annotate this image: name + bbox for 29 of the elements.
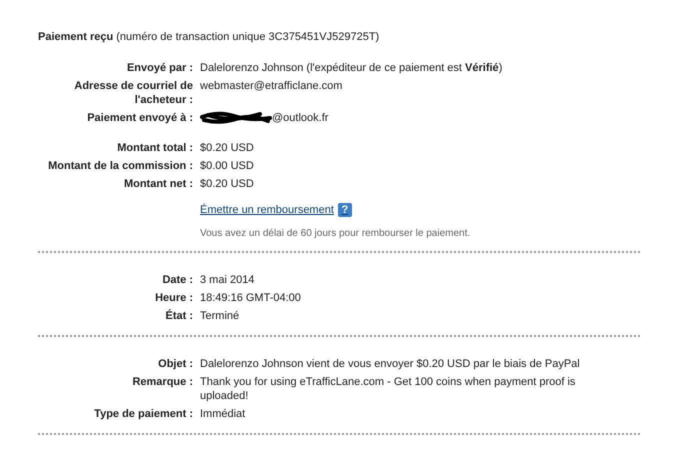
field-label: Montant total : xyxy=(116,141,193,155)
field-label: État : xyxy=(164,309,193,323)
field-value: Thank you for using eTrafficLane.com - Get 100 coins when payment proof is uploaded! xyxy=(200,375,576,403)
field-label: Montant de la commission : xyxy=(47,159,193,173)
field-label: Objet : xyxy=(157,357,193,371)
field-value: Immédiat xyxy=(200,407,246,421)
field-label: Adresse de courriel de l'acheteur : xyxy=(73,79,193,107)
field-value: $0.20 USD xyxy=(200,177,255,191)
field-value: $0.00 USD xyxy=(200,159,255,173)
refund-note: Vous avez un délai de 60 jours pour rembourser le paiement. xyxy=(200,227,472,241)
field-value: webmaster@etrafficlane.com xyxy=(200,79,344,94)
field-value: Dalelorenzo Johnson (l'expéditeur de ce paiement est Vérifié) xyxy=(200,61,504,75)
field-label: Montant net : xyxy=(122,177,193,191)
field-label: Heure : xyxy=(154,291,193,305)
field-value: $0.20 USD xyxy=(200,141,255,155)
payment-heading: Paiement reçu (numéro de transaction unique 3C375451VJ529725T) xyxy=(38,30,380,45)
field-label: Envoyé par : xyxy=(126,61,193,75)
field-label: Paiement envoyé à : xyxy=(86,111,193,125)
redaction-mark xyxy=(200,111,272,125)
field-value: Terminé xyxy=(200,309,240,323)
field-label: Date : xyxy=(161,273,193,287)
field-value: 18:49:16 GMT-04:00 xyxy=(200,291,302,305)
field-label: Type de paiement : xyxy=(93,407,193,421)
field-value: 3 mai 2014 xyxy=(200,273,256,287)
help-button[interactable]: ? xyxy=(338,203,352,217)
field-label: Remarque : xyxy=(131,375,193,390)
refund-link[interactable]: Émettre un remboursement ? xyxy=(200,203,352,217)
field-value: Dalelorenzo Johnson vient de vous envoyer $0.20 USD par le biais de PayPal xyxy=(200,357,581,371)
field-value: @outlook.fr xyxy=(272,111,328,125)
